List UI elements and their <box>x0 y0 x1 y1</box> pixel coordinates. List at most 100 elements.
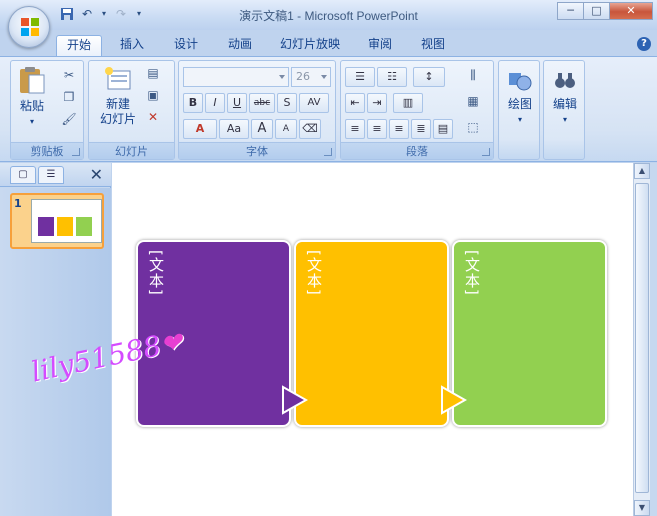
font-size-combo[interactable]: 26 <box>291 67 331 87</box>
justify-icon[interactable]: ≣ <box>411 119 431 139</box>
paste-label: 粘贴 <box>19 99 44 113</box>
binoculars-icon <box>555 73 575 88</box>
connector-arrow-1-icon <box>282 385 309 415</box>
smartart-box-2-text[interactable]: [文本] <box>304 250 325 296</box>
paragraph-group: ☰ ☷ ↕ ⫼ ⇤ ⇥ ▥ ▦ ≡ ≡ ≡ ≣ ▤ ⬚ 段落 <box>340 60 494 160</box>
slide-thumbnail[interactable]: 1 <box>10 193 104 249</box>
new-slide-label-1: 新建 <box>105 97 130 111</box>
italic-button[interactable]: I <box>205 93 225 113</box>
align-center-icon[interactable]: ≡ <box>367 119 387 139</box>
connector-arrow-2-icon <box>441 385 468 415</box>
character-spacing-button[interactable]: AV <box>299 93 329 113</box>
align-text-icon[interactable]: ▦ <box>465 93 481 109</box>
paste-button[interactable]: 粘贴 ▾ <box>15 65 49 129</box>
numbering-icon[interactable]: ☷ <box>377 67 407 87</box>
smartart-box-3-text[interactable]: [文本] <box>462 250 483 296</box>
editing-dropdown-icon: ▾ <box>562 115 567 124</box>
paste-dropdown-icon[interactable]: ▾ <box>15 114 49 129</box>
editing-group: 编辑 ▾ <box>543 60 585 160</box>
thumbnail-card-yellow <box>57 217 73 236</box>
close-button[interactable]: ✕ <box>609 2 653 20</box>
window-controls: ─ □ ✕ <box>557 2 653 20</box>
copy-icon[interactable]: ❐ <box>61 89 77 105</box>
office-button[interactable] <box>8 6 50 48</box>
ribbon: 粘贴 ▾ ✂ ❐ 🖌 剪贴板 新建 幻灯片 ▤ ▣ ✕ 幻灯片 26 B I U… <box>0 56 657 162</box>
text-direction-icon[interactable]: ⫼ <box>465 67 481 83</box>
ribbon-tabs: 开始 插入 设计 动画 幻灯片放映 审阅 视图 ? <box>0 30 657 56</box>
tab-view[interactable]: 视图 <box>413 35 453 56</box>
decrease-indent-icon[interactable]: ⇤ <box>345 93 365 113</box>
editing-button[interactable]: 编辑 ▾ <box>548 69 582 127</box>
line-spacing-icon[interactable]: ↕ <box>413 67 445 87</box>
increase-indent-icon[interactable]: ⇥ <box>367 93 387 113</box>
new-slide-button[interactable]: 新建 幻灯片 <box>93 65 143 127</box>
shapes-icon <box>509 73 532 91</box>
slides-tab-icon[interactable]: ▢ <box>10 166 36 184</box>
smartart-box-2[interactable]: [文本] <box>294 240 449 427</box>
slides-panel: ▢ ☰ ✕ 1 <box>0 163 111 516</box>
change-case-button[interactable]: Aa <box>219 119 249 139</box>
thumbnail-card-green <box>76 217 92 236</box>
shadow-button[interactable]: S <box>277 93 297 113</box>
drawing-button[interactable]: 绘图 ▾ <box>503 69 537 127</box>
close-panel-icon[interactable]: ✕ <box>90 165 103 184</box>
underline-button[interactable]: U <box>227 93 247 113</box>
smartart-icon[interactable]: ⬚ <box>465 119 481 135</box>
layout-icon[interactable]: ▤ <box>145 65 161 81</box>
new-slide-label-2: 幻灯片 <box>99 112 136 126</box>
vertical-scrollbar[interactable]: ▲ ▼ <box>633 163 650 516</box>
scroll-down-icon[interactable]: ▼ <box>634 500 650 516</box>
reset-icon[interactable]: ▣ <box>145 87 161 103</box>
smartart-box-1-text[interactable]: [文本] <box>146 250 167 296</box>
font-group: 26 B I U abc S AV A Aa A A ⌫ 字体 <box>178 60 336 160</box>
align-right-icon[interactable]: ≡ <box>389 119 409 139</box>
font-group-label: 字体 <box>179 142 335 159</box>
format-painter-icon[interactable]: 🖌 <box>61 111 77 127</box>
drawing-group: 绘图 ▾ <box>498 60 540 160</box>
paste-icon <box>20 67 45 94</box>
paragraph-group-label: 段落 <box>341 142 493 159</box>
font-size-dropdown-icon <box>321 75 327 79</box>
slides-panel-tabs: ▢ ☰ ✕ <box>0 163 111 187</box>
tab-design[interactable]: 设计 <box>166 35 206 56</box>
distribute-icon[interactable]: ▤ <box>433 119 453 139</box>
tab-review[interactable]: 审阅 <box>360 35 400 56</box>
slide-canvas[interactable]: [文本] [文本] [文本] <box>112 163 633 516</box>
bullets-icon[interactable]: ☰ <box>345 67 375 87</box>
tab-animations[interactable]: 动画 <box>220 35 260 56</box>
thumbnail-card-purple <box>38 217 54 236</box>
grow-font-button[interactable]: A <box>251 119 273 139</box>
tab-home[interactable]: 开始 <box>56 35 102 56</box>
tab-slideshow[interactable]: 幻灯片放映 <box>274 35 346 56</box>
new-slide-icon <box>105 67 131 90</box>
paragraph-launcher-icon[interactable] <box>482 148 490 156</box>
columns-icon[interactable]: ▥ <box>393 93 423 113</box>
tab-insert[interactable]: 插入 <box>112 35 152 56</box>
strikethrough-button[interactable]: abc <box>249 93 275 113</box>
slide-thumbnail-canvas <box>31 199 102 243</box>
font-name-dropdown-icon <box>279 75 285 79</box>
cut-icon[interactable]: ✂ <box>61 67 77 83</box>
window-border <box>650 163 657 516</box>
bold-button[interactable]: B <box>183 93 203 113</box>
editing-label: 编辑 <box>552 97 577 111</box>
scroll-up-icon[interactable]: ▲ <box>634 163 650 179</box>
align-left-icon[interactable]: ≡ <box>345 119 365 139</box>
delete-slide-icon[interactable]: ✕ <box>145 109 161 125</box>
outline-tab-icon[interactable]: ☰ <box>38 166 64 184</box>
font-name-combo[interactable] <box>183 67 289 87</box>
font-launcher-icon[interactable] <box>324 148 332 156</box>
clipboard-launcher-icon[interactable] <box>72 148 80 156</box>
drawing-label: 绘图 <box>507 97 532 111</box>
minimize-button[interactable]: ─ <box>557 2 584 20</box>
font-color-button[interactable]: A <box>183 119 217 139</box>
shrink-font-button[interactable]: A <box>275 119 297 139</box>
maximize-button[interactable]: □ <box>583 2 610 20</box>
scroll-thumb[interactable] <box>635 183 649 493</box>
help-icon[interactable]: ? <box>637 37 651 51</box>
clear-formatting-icon[interactable]: ⌫ <box>299 119 321 139</box>
smartart-box-3[interactable]: [文本] <box>452 240 607 427</box>
font-size-value: 26 <box>296 70 310 83</box>
slide-number: 1 <box>14 197 22 210</box>
office-logo-icon <box>21 18 39 36</box>
